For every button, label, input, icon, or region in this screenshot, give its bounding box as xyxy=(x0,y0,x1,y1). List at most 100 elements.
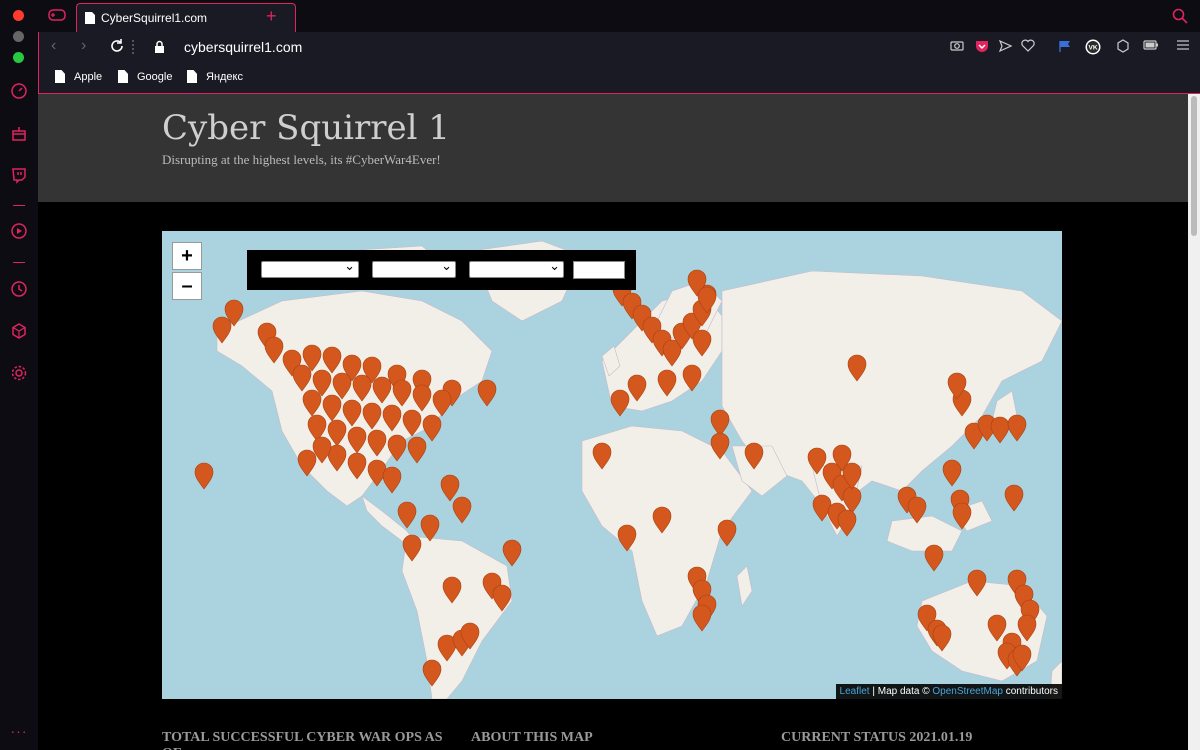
map-marker[interactable] xyxy=(1007,414,1027,442)
map-marker[interactable] xyxy=(382,404,402,432)
map-marker[interactable] xyxy=(837,509,857,537)
heart-icon[interactable] xyxy=(1020,39,1036,55)
map-marker[interactable] xyxy=(812,494,832,522)
map-marker[interactable] xyxy=(367,429,387,457)
map-marker[interactable] xyxy=(1004,484,1024,512)
map-marker[interactable] xyxy=(420,514,440,542)
filter-select-2[interactable] xyxy=(372,258,456,278)
zoom-in-button[interactable]: + xyxy=(172,242,202,270)
scrollbar-thumb[interactable] xyxy=(1191,96,1197,236)
map-marker[interactable] xyxy=(402,409,422,437)
menu-icon[interactable] xyxy=(1175,39,1191,55)
forward-icon[interactable]: › xyxy=(81,37,86,55)
back-icon[interactable]: ‹ xyxy=(51,37,56,55)
map-marker[interactable] xyxy=(442,576,462,604)
map-marker[interactable] xyxy=(402,534,422,562)
map-marker[interactable] xyxy=(492,584,512,612)
settings-icon[interactable] xyxy=(10,364,28,382)
map-marker[interactable] xyxy=(924,544,944,572)
map-marker[interactable] xyxy=(440,474,460,502)
lock-icon[interactable] xyxy=(154,40,165,59)
player-icon[interactable] xyxy=(10,222,28,240)
map-marker[interactable] xyxy=(362,402,382,430)
map-marker[interactable] xyxy=(452,496,472,524)
map-marker[interactable] xyxy=(322,346,342,374)
vk-icon[interactable]: VK xyxy=(1085,39,1101,55)
filter-select-1[interactable] xyxy=(261,258,359,278)
new-tab-button[interactable]: + xyxy=(266,6,277,27)
map-marker[interactable] xyxy=(297,449,317,477)
map-marker[interactable] xyxy=(422,414,442,442)
map-marker[interactable] xyxy=(710,432,730,460)
map-marker[interactable] xyxy=(392,379,412,407)
map-marker[interactable] xyxy=(477,379,497,407)
map-marker[interactable] xyxy=(610,389,630,417)
map-marker[interactable] xyxy=(292,364,312,392)
reload-icon[interactable] xyxy=(109,38,125,59)
map-marker[interactable] xyxy=(652,506,672,534)
map-marker[interactable] xyxy=(502,539,522,567)
url-field[interactable]: cybersquirrel1.com xyxy=(184,39,302,55)
flag-icon[interactable] xyxy=(1057,39,1073,55)
send-icon[interactable] xyxy=(997,39,1013,55)
search-icon[interactable] xyxy=(1172,8,1188,29)
map-marker[interactable] xyxy=(692,604,712,632)
map-marker[interactable] xyxy=(332,372,352,400)
map-marker[interactable] xyxy=(264,336,284,364)
map-marker[interactable] xyxy=(657,369,677,397)
world-map[interactable]: + – Search Leaflet | Map data © OpenStre… xyxy=(162,231,1062,699)
map-marker[interactable] xyxy=(212,316,232,344)
pocket-icon[interactable] xyxy=(974,39,990,55)
bookmark-yandex[interactable]: Яндекс xyxy=(187,70,243,83)
map-marker[interactable] xyxy=(932,624,952,652)
more-icon[interactable]: ··· xyxy=(10,722,28,740)
map-marker[interactable] xyxy=(1017,614,1037,642)
bookmark-google[interactable]: Google xyxy=(118,70,172,83)
map-marker[interactable] xyxy=(422,659,442,687)
map-marker[interactable] xyxy=(627,374,647,402)
twitch-icon[interactable] xyxy=(10,166,28,184)
map-marker[interactable] xyxy=(322,394,342,422)
page-scrollbar[interactable] xyxy=(1188,94,1200,750)
cube-icon[interactable] xyxy=(1115,39,1131,55)
osm-link[interactable]: OpenStreetMap xyxy=(932,686,1003,697)
search-button[interactable]: Search xyxy=(573,261,625,279)
map-marker[interactable] xyxy=(387,434,407,462)
site-title[interactable]: Cyber Squirrel 1 xyxy=(162,108,450,148)
map-marker[interactable] xyxy=(372,376,392,404)
map-marker[interactable] xyxy=(990,416,1010,444)
zoom-out-button[interactable]: – xyxy=(172,272,202,300)
map-marker[interactable] xyxy=(692,329,712,357)
map-marker[interactable] xyxy=(352,374,372,402)
map-marker[interactable] xyxy=(347,426,367,454)
map-marker[interactable] xyxy=(592,442,612,470)
map-marker[interactable] xyxy=(717,519,737,547)
map-marker[interactable] xyxy=(327,419,347,447)
map-marker[interactable] xyxy=(952,502,972,530)
map-marker[interactable] xyxy=(347,452,367,480)
map-marker[interactable] xyxy=(397,501,417,529)
gift-icon[interactable] xyxy=(10,124,28,142)
map-marker[interactable] xyxy=(967,569,987,597)
filter-select-3[interactable] xyxy=(469,258,564,278)
tab-cybersquirrel[interactable]: CyberSquirrel1.com xyxy=(76,3,296,32)
map-marker[interactable] xyxy=(194,462,214,490)
map-marker[interactable] xyxy=(987,614,1007,642)
map-marker[interactable] xyxy=(617,524,637,552)
map-marker[interactable] xyxy=(682,364,702,392)
map-marker[interactable] xyxy=(412,384,432,412)
maximize-window-button[interactable] xyxy=(13,52,24,63)
map-marker[interactable] xyxy=(342,399,362,427)
minimize-window-button[interactable] xyxy=(13,31,24,42)
speedometer-icon[interactable] xyxy=(10,82,28,100)
map-marker[interactable] xyxy=(744,442,764,470)
map-marker[interactable] xyxy=(907,496,927,524)
map-marker[interactable] xyxy=(407,436,427,464)
extensions-icon[interactable] xyxy=(10,322,28,340)
map-marker[interactable] xyxy=(710,409,730,437)
map-marker[interactable] xyxy=(432,389,452,417)
map-marker[interactable] xyxy=(942,459,962,487)
close-window-button[interactable] xyxy=(13,10,24,21)
history-icon[interactable] xyxy=(10,280,28,298)
gamepad-icon[interactable] xyxy=(48,8,66,27)
